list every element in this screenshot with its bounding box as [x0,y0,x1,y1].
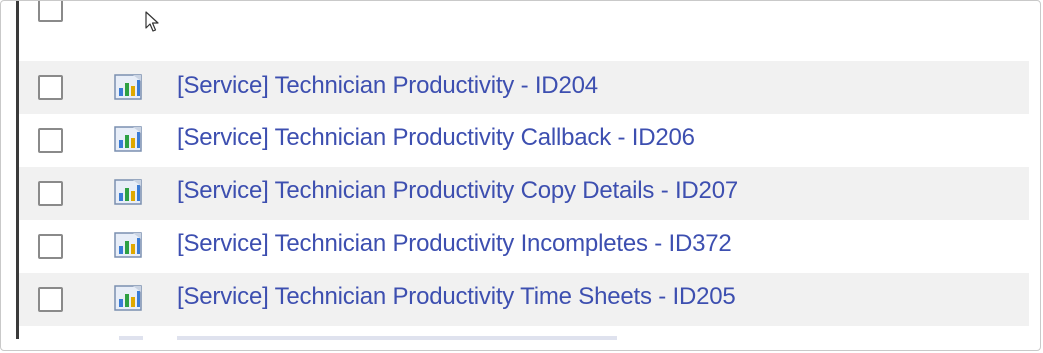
row-checkbox[interactable] [38,75,63,100]
report-list-window: [Service] Technician Productivity - ID20… [0,0,1041,351]
report-link[interactable]: [Service] Technician Productivity Callba… [177,124,695,152]
report-list: [Service] Technician Productivity - ID20… [19,1,1029,341]
list-item: [Service] Technician Productivity Callba… [19,114,1029,167]
report-chart-icon[interactable] [113,178,145,206]
row-checkbox[interactable] [38,181,63,206]
row-checkbox[interactable] [38,234,63,259]
list-item: [Service] Technician Productivity Copy D… [19,167,1029,220]
report-link[interactable]: [Service] Technician Productivity Copy D… [177,177,738,205]
row-checkbox[interactable] [38,287,63,312]
list-item-partial-top [19,1,1029,28]
report-link[interactable]: [Service] Technician Productivity Incomp… [177,230,732,258]
mouse-pointer-icon [145,11,159,32]
list-item: [Service] Technician Productivity - ID20… [19,61,1029,114]
report-chart-icon[interactable] [113,284,145,312]
report-chart-icon[interactable] [113,231,145,259]
list-item: [Service] Technician Productivity Time S… [19,273,1029,326]
row-checkbox[interactable] [38,1,63,22]
report-chart-icon[interactable] [113,125,145,153]
list-item-partial-bottom [19,328,1029,341]
report-chart-icon [119,336,143,340]
report-link[interactable]: [Service] Technician Productivity Time S… [177,283,736,311]
report-chart-icon[interactable] [113,73,145,101]
report-link[interactable]: [Service] Technician Productivity - ID20… [177,72,598,100]
report-link-clipped [177,336,617,340]
list-item: [Service] Technician Productivity Incomp… [19,220,1029,273]
row-checkbox[interactable] [38,128,63,153]
